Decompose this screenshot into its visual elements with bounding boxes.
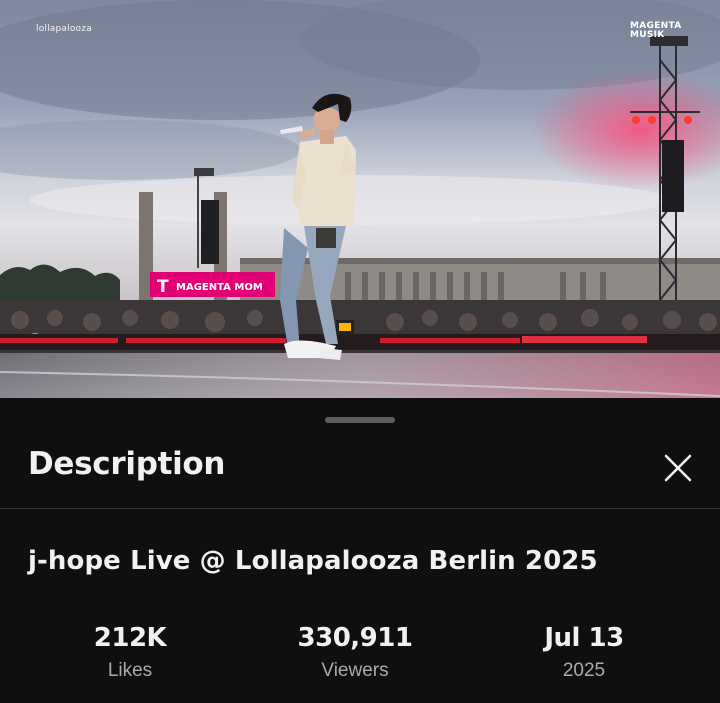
date-stat: Jul 13 2025 bbox=[484, 622, 684, 682]
viewers-count: 330,911 bbox=[297, 623, 413, 653]
likes-count: 212K bbox=[93, 623, 167, 653]
svg-text:T: T bbox=[157, 277, 169, 297]
stage-banner-text: MAGENTA MOM bbox=[176, 282, 263, 293]
likes-stat: 212K Likes bbox=[30, 622, 230, 682]
lollapalooza-watermark: lollapalooza bbox=[36, 24, 92, 34]
magenta-musik-watermark: MAGENTA MUSIK bbox=[630, 22, 682, 40]
likes-label: Likes bbox=[107, 660, 153, 681]
date-value: Jul 13 bbox=[544, 623, 624, 653]
sheet-title: Description bbox=[28, 446, 226, 482]
sheet-header: Description bbox=[0, 440, 720, 509]
video-title: j-hope Live @ Lollapalooza Berlin 2025 bbox=[28, 546, 598, 576]
viewers-label: Viewers bbox=[321, 660, 389, 681]
video-frame: T MAGENTA MOM bbox=[0, 0, 720, 398]
viewers-stat: 330,911 Viewers bbox=[255, 622, 455, 682]
description-sheet: Description j-hope Live @ Lollapalooza B… bbox=[0, 400, 720, 703]
close-icon bbox=[664, 454, 692, 482]
watermark-line-2: MUSIK bbox=[630, 30, 665, 40]
year-label: 2025 bbox=[562, 660, 606, 681]
drag-handle[interactable] bbox=[325, 417, 395, 423]
close-button[interactable] bbox=[656, 446, 700, 490]
video-player[interactable]: T MAGENTA MOM lollapalooza MAGENTA MUSIK bbox=[0, 0, 720, 398]
